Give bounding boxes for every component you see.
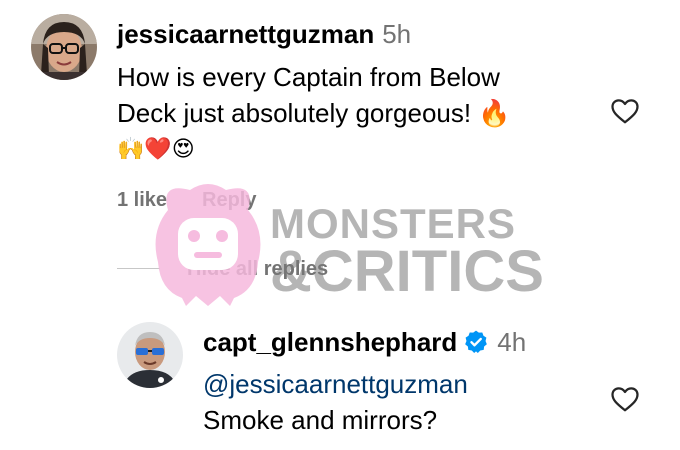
comment-glenn-text: @jessicaarnettguzman Smoke and mirrors?: [203, 366, 603, 438]
avatar-glenn-image: [117, 322, 183, 388]
comment-glenn: capt_glennshephard 4h @jessicaarnettguzm…: [0, 300, 680, 450]
avatar-jessica-image: [31, 14, 97, 80]
comment-jessica-line1: How is every Captain from Below: [117, 62, 500, 92]
comment-glenn-line: Smoke and mirrors?: [203, 405, 438, 435]
reply-button[interactable]: Reply: [202, 189, 256, 212]
username-glenn[interactable]: capt_glennshephard: [203, 327, 457, 357]
avatar-glenn[interactable]: [117, 322, 183, 388]
comment-glenn-header: capt_glennshephard 4h: [203, 327, 526, 357]
avatar-jessica[interactable]: [31, 14, 97, 80]
comment-jessica-header: jessicaarnettguzman 5h: [117, 19, 411, 49]
likes-count[interactable]: 1 like: [117, 189, 167, 212]
verified-badge-icon: [465, 330, 488, 354]
comment-jessica-text: How is every Captain from Below Deck jus…: [117, 59, 597, 167]
hide-replies-divider: [117, 268, 160, 269]
timestamp-jessica[interactable]: 5h: [382, 19, 411, 49]
comment-jessica: jessicaarnettguzman 5h How is every Capta…: [0, 0, 680, 280]
hide-replies-button[interactable]: Hide all replies: [187, 258, 328, 281]
comment-jessica-line3: 🙌❤️😍: [117, 136, 195, 161]
mention-link[interactable]: @jessicaarnettguzman: [203, 366, 603, 402]
username-jessica[interactable]: jessicaarnettguzman: [117, 19, 374, 49]
timestamp-glenn[interactable]: 4h: [497, 327, 526, 357]
heart-outline-icon[interactable]: [609, 96, 641, 126]
heart-outline-icon[interactable]: [609, 384, 641, 414]
comment-jessica-line2: Deck just absolutely gorgeous! 🔥: [117, 98, 511, 128]
